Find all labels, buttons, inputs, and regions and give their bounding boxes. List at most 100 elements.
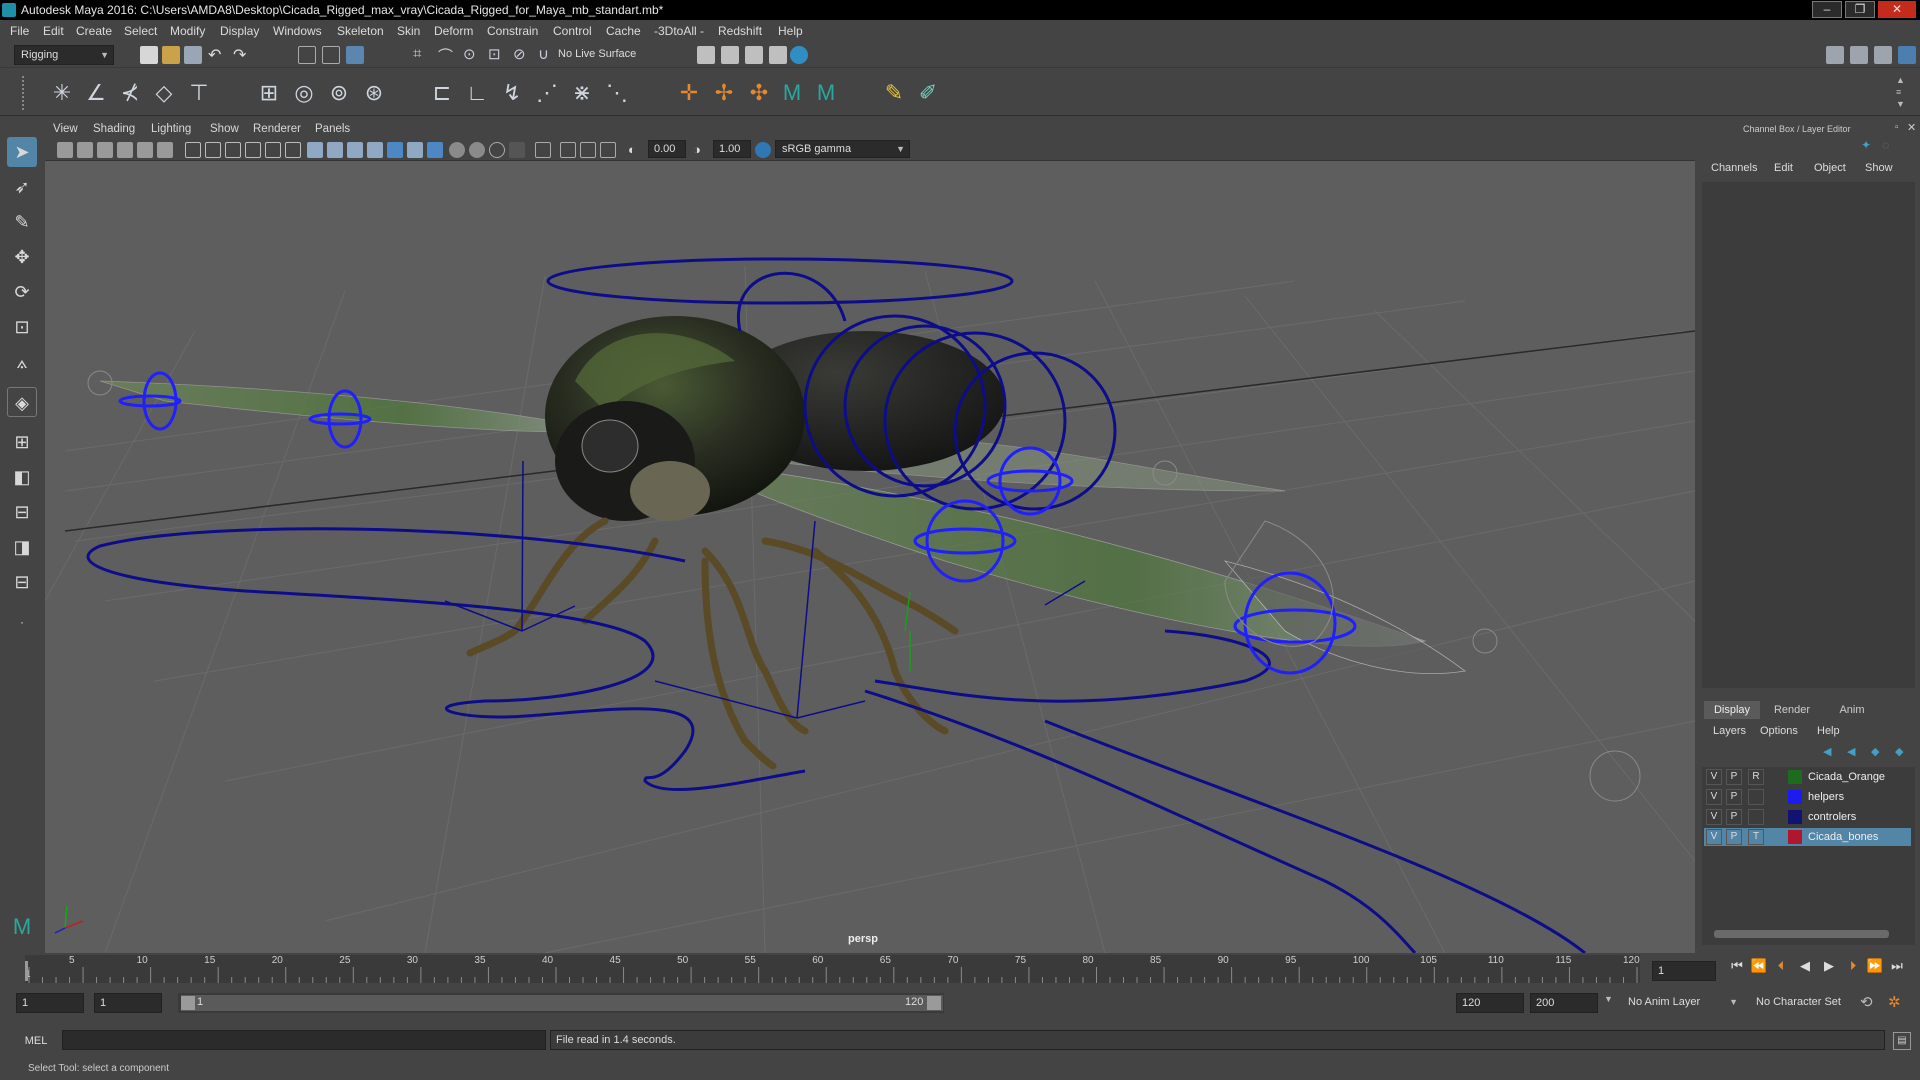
- ipr-render-icon[interactable]: [721, 46, 739, 64]
- isolate-select-icon[interactable]: [535, 142, 551, 158]
- scale-tool-icon[interactable]: ⊡: [7, 312, 37, 342]
- script-language-toggle[interactable]: MEL: [14, 1032, 58, 1050]
- layer-visibility-toggle[interactable]: V: [1706, 829, 1722, 845]
- select-camera-icon[interactable]: [57, 142, 73, 158]
- textured-icon[interactable]: [387, 142, 403, 158]
- play-forwards-icon[interactable]: ▶: [1820, 957, 1838, 975]
- hypershade-icon[interactable]: [769, 46, 787, 64]
- panel-menu-panels[interactable]: Panels: [315, 123, 350, 135]
- wrap-icon[interactable]: ◎: [290, 79, 318, 107]
- lasso-tool-icon[interactable]: ➶: [7, 172, 37, 202]
- orient-constraint-icon[interactable]: ✣: [745, 79, 773, 107]
- move-layer-down-icon[interactable]: ◀: [1847, 745, 1855, 758]
- move-layer-up-icon[interactable]: ◀: [1823, 745, 1831, 758]
- range-bar[interactable]: [181, 995, 943, 1011]
- menu-display[interactable]: Display: [220, 24, 259, 38]
- channels-show-menu[interactable]: Show: [1865, 162, 1893, 174]
- layer-color-swatch[interactable]: [1788, 770, 1802, 784]
- range-start-handle[interactable]: [181, 996, 195, 1010]
- tool-settings-icon[interactable]: [1874, 46, 1892, 64]
- panel-menu-lighting[interactable]: Lighting: [151, 123, 191, 135]
- snap-live-icon[interactable]: ⊘: [513, 45, 526, 63]
- lattice-icon[interactable]: ⊞: [255, 79, 283, 107]
- point-constraint-icon[interactable]: ✛: [675, 79, 703, 107]
- persp-graph-icon[interactable]: ◨: [7, 532, 37, 562]
- render-current-frame-icon[interactable]: [697, 46, 715, 64]
- command-input[interactable]: [62, 1030, 546, 1050]
- float-panel-icon[interactable]: ▫: [1895, 122, 1899, 133]
- 2d-pan-zoom-icon[interactable]: [137, 142, 153, 158]
- panel-menu-view[interactable]: View: [53, 123, 78, 135]
- bind-skin-icon[interactable]: ⊏: [428, 79, 456, 107]
- options-menu[interactable]: Options: [1760, 725, 1798, 737]
- channel-box-toggle-icon[interactable]: [1898, 46, 1916, 64]
- persp-outliner-icon[interactable]: ⊟: [7, 497, 37, 527]
- modeling-toolkit-icon[interactable]: [1826, 46, 1844, 64]
- gamma-icon[interactable]: ◑: [693, 142, 709, 158]
- menu-constrain[interactable]: Constrain: [487, 24, 538, 38]
- hik-icon[interactable]: M: [778, 79, 806, 107]
- camera-attributes-icon[interactable]: [77, 142, 93, 158]
- field-chart-icon[interactable]: [265, 142, 281, 158]
- menu-modify[interactable]: Modify: [170, 24, 205, 38]
- multisample-aa-icon[interactable]: [489, 142, 505, 158]
- layer-name[interactable]: controlers: [1808, 808, 1856, 826]
- menu-select[interactable]: Select: [124, 24, 157, 38]
- menu-windows[interactable]: Windows: [273, 24, 322, 38]
- layer-playback-toggle[interactable]: P: [1726, 809, 1742, 825]
- tab-render[interactable]: Render: [1764, 701, 1820, 719]
- set-driven-key-icon[interactable]: ✎: [880, 79, 908, 107]
- character-set-dropdown[interactable]: No Character Set: [1750, 993, 1868, 1013]
- menu-edit[interactable]: Edit: [43, 24, 64, 38]
- paint-weights-icon[interactable]: ∟: [463, 79, 491, 107]
- layer-playback-toggle[interactable]: P: [1726, 769, 1742, 785]
- exposure-field[interactable]: 0.00: [648, 140, 686, 158]
- layer-playback-toggle[interactable]: P: [1726, 789, 1742, 805]
- menu-skin[interactable]: Skin: [397, 24, 420, 38]
- attribute-editor-icon[interactable]: [1850, 46, 1868, 64]
- safe-action-icon[interactable]: [285, 142, 301, 158]
- xray-joints-icon[interactable]: [580, 142, 596, 158]
- render-view-icon[interactable]: [790, 46, 808, 64]
- wireframe-on-shaded-icon[interactable]: [367, 142, 383, 158]
- four-view-icon[interactable]: ⊞: [7, 427, 37, 457]
- shelf-scroll-icon[interactable]: ▲ ≡ ▼: [1896, 74, 1905, 110]
- side-by-side-icon[interactable]: ◧: [7, 462, 37, 492]
- play-backwards-icon[interactable]: ◀: [1796, 957, 1814, 975]
- color-space-dropdown[interactable]: sRGB gamma ▼: [775, 140, 910, 158]
- channel-box-area[interactable]: [1702, 182, 1915, 688]
- depth-of-field-icon[interactable]: [509, 142, 525, 158]
- shadows-icon[interactable]: [427, 142, 443, 158]
- tab-anim[interactable]: Anim: [1824, 701, 1880, 719]
- cluster-icon[interactable]: ⊚: [325, 79, 353, 107]
- snap-curve-icon[interactable]: ⌒: [438, 45, 453, 66]
- ik-spline-icon[interactable]: ⊀: [116, 79, 144, 107]
- layer-row-selected[interactable]: V P T Cicada_bones: [1704, 828, 1911, 846]
- snap-grid-icon[interactable]: ⌗: [413, 45, 421, 62]
- xray-components-icon[interactable]: [600, 142, 616, 158]
- layer-display-type-toggle[interactable]: T: [1748, 829, 1764, 845]
- layer-visibility-toggle[interactable]: V: [1706, 809, 1722, 825]
- color-management-icon[interactable]: [755, 142, 771, 158]
- 3d-viewport[interactable]: persp: [45, 161, 1695, 953]
- step-forward-key-icon[interactable]: ⏵: [1844, 957, 1862, 975]
- grease-pencil-icon[interactable]: [157, 142, 173, 158]
- gate-mask-icon[interactable]: [245, 142, 261, 158]
- film-gate-icon[interactable]: [205, 142, 221, 158]
- layers-menu[interactable]: Layers: [1713, 725, 1746, 737]
- auto-key-icon[interactable]: ⟲: [1860, 993, 1873, 1011]
- current-time-marker[interactable]: [25, 961, 28, 981]
- current-frame-field[interactable]: 1: [1652, 961, 1716, 981]
- mirror-weights-icon[interactable]: ⋱: [603, 79, 631, 107]
- live-surface-field[interactable]: No Live Surface: [552, 45, 657, 65]
- paint-select-tool-icon[interactable]: ✎: [7, 207, 37, 237]
- menu-create[interactable]: Create: [76, 24, 112, 38]
- show-manipulator-icon[interactable]: ⟑: [7, 347, 37, 377]
- select-tool-icon[interactable]: ➤: [7, 137, 37, 167]
- hik-character-icon[interactable]: M: [812, 79, 840, 107]
- snap-magnet-icon[interactable]: ∪: [538, 45, 549, 63]
- playback-start-field[interactable]: 1: [94, 993, 162, 1013]
- insert-joint-icon[interactable]: ◇: [150, 79, 178, 107]
- menu-help[interactable]: Help: [778, 24, 803, 38]
- layer-name[interactable]: Cicada_Orange: [1808, 768, 1885, 786]
